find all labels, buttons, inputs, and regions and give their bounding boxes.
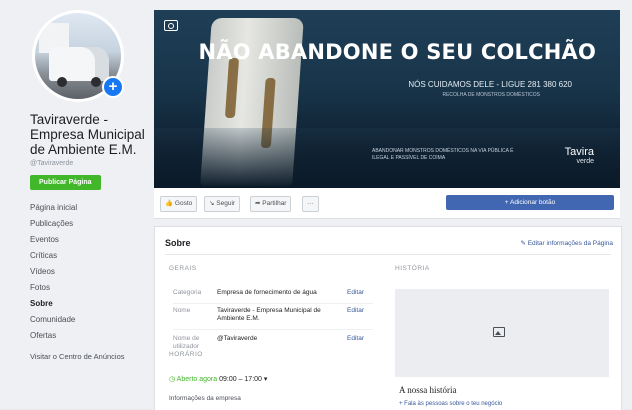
logo-text: Tavira bbox=[564, 146, 594, 158]
info-value: Empresa de fornecimento de água bbox=[217, 289, 317, 296]
history-title: A nossa história bbox=[399, 385, 457, 395]
edit-name-link[interactable]: Editar bbox=[347, 307, 364, 315]
image-icon bbox=[493, 327, 505, 337]
profile-picture[interactable]: + bbox=[32, 10, 124, 102]
cover-subtitle-small: RECOLHA DE MONSTROS DOMÉSTICOS bbox=[442, 92, 540, 98]
more-options-button[interactable]: ··· bbox=[302, 196, 319, 212]
share-button[interactable]: ➦ Partilhar bbox=[250, 196, 292, 212]
nav-item-community[interactable]: Comunidade bbox=[30, 312, 148, 328]
nav-item-reviews[interactable]: Críticas bbox=[30, 248, 148, 264]
hours-dropdown[interactable]: ◷ Aberto agora 09:00 – 17:00 ▾ bbox=[169, 375, 267, 383]
follow-icon: ↘ bbox=[209, 200, 215, 207]
history-add-link[interactable]: + Fala às pessoas sobre o teu negócio bbox=[399, 401, 502, 407]
truck-image bbox=[49, 47, 109, 87]
page-handle: @Taviraverde bbox=[30, 160, 74, 167]
hours-section-label: HORÁRIO bbox=[169, 351, 203, 358]
page-title: Taviraverde - Empresa Municipal de Ambie… bbox=[30, 112, 145, 157]
page-action-bar: 👍 Gosto ↘ Seguir ➦ Partilhar ··· + Adici… bbox=[154, 188, 620, 219]
cover-subtitle: NÓS CUIDAMOS DELE - LIGUE 281 380 620 bbox=[408, 80, 572, 89]
hours-range: 09:00 – 17:00 ▾ bbox=[219, 376, 268, 383]
divider bbox=[173, 329, 373, 330]
nav-item-videos[interactable]: Vídeos bbox=[30, 264, 148, 280]
add-button[interactable]: + Adicionar botão bbox=[446, 195, 614, 210]
follow-button[interactable]: ↘ Seguir bbox=[204, 196, 241, 212]
logo-subtext: verde bbox=[576, 158, 594, 165]
ads-center-link[interactable]: Visitar o Centro de Anúncios bbox=[30, 352, 148, 361]
divider bbox=[165, 254, 611, 255]
divider bbox=[173, 303, 373, 304]
history-image-placeholder[interactable] bbox=[395, 289, 609, 377]
thumbs-up-icon: 👍 bbox=[165, 200, 174, 207]
business-info-label: Informações da empresa bbox=[169, 395, 241, 402]
tavira-verde-logo: Tavira verde bbox=[565, 146, 594, 165]
info-value: Taviraverde - Empresa Municipal de Ambie… bbox=[217, 307, 321, 322]
camera-icon[interactable] bbox=[164, 20, 178, 31]
like-button[interactable]: 👍 Gosto bbox=[160, 196, 198, 212]
pencil-icon: ✎ bbox=[520, 240, 526, 247]
share-label: Partilhar bbox=[262, 200, 287, 207]
info-key: Categoria bbox=[173, 289, 202, 296]
cover-note: ABANDONAR MONSTROS DOMÉSTICOS NA VIA PÚB… bbox=[372, 148, 514, 161]
open-now-label: Aberto agora bbox=[176, 376, 218, 383]
about-title: Sobre bbox=[165, 238, 191, 248]
general-section-label: GERAIS bbox=[169, 265, 197, 272]
page-nav: Página inicial Publicações Eventos Críti… bbox=[30, 200, 148, 344]
cover-title: NÃO ABANDONE O SEU COLCHÃO bbox=[198, 40, 596, 64]
edit-username-link[interactable]: Editar bbox=[347, 335, 364, 343]
left-column: + Taviraverde - Empresa Municipal de Amb… bbox=[30, 10, 148, 361]
nav-item-about[interactable]: Sobre bbox=[30, 296, 148, 312]
page-root: + Taviraverde - Empresa Municipal de Amb… bbox=[0, 0, 632, 410]
nav-item-photos[interactable]: Fotos bbox=[30, 280, 148, 296]
edit-page-info-label: Editar informações da Página bbox=[527, 240, 613, 247]
stain-mark bbox=[224, 58, 240, 118]
add-photo-icon[interactable]: + bbox=[102, 76, 124, 98]
clock-icon: ◷ bbox=[169, 376, 176, 383]
info-key: Nome bbox=[173, 307, 191, 314]
nav-item-offers[interactable]: Ofertas bbox=[30, 328, 148, 344]
publish-page-button[interactable]: Publicar Página bbox=[30, 175, 101, 190]
about-card: Sobre ✎ Editar informações da Página GER… bbox=[154, 226, 622, 410]
edit-page-info-link[interactable]: ✎ Editar informações da Página bbox=[520, 239, 613, 247]
like-label: Gosto bbox=[174, 200, 193, 207]
share-icon: ➦ bbox=[255, 200, 261, 207]
info-value: @Taviraverde bbox=[217, 335, 258, 342]
nav-item-events[interactable]: Eventos bbox=[30, 232, 148, 248]
info-key: Nome de utilizador bbox=[173, 335, 200, 350]
history-section-label: HISTÓRIA bbox=[395, 265, 430, 272]
cover-photo[interactable]: NÃO ABANDONE O SEU COLCHÃO NÓS CUIDAMOS … bbox=[154, 10, 620, 188]
follow-label: Seguir bbox=[216, 200, 236, 207]
nav-item-posts[interactable]: Publicações bbox=[30, 216, 148, 232]
edit-category-link[interactable]: Editar bbox=[347, 289, 364, 297]
nav-item-home[interactable]: Página inicial bbox=[30, 200, 148, 216]
